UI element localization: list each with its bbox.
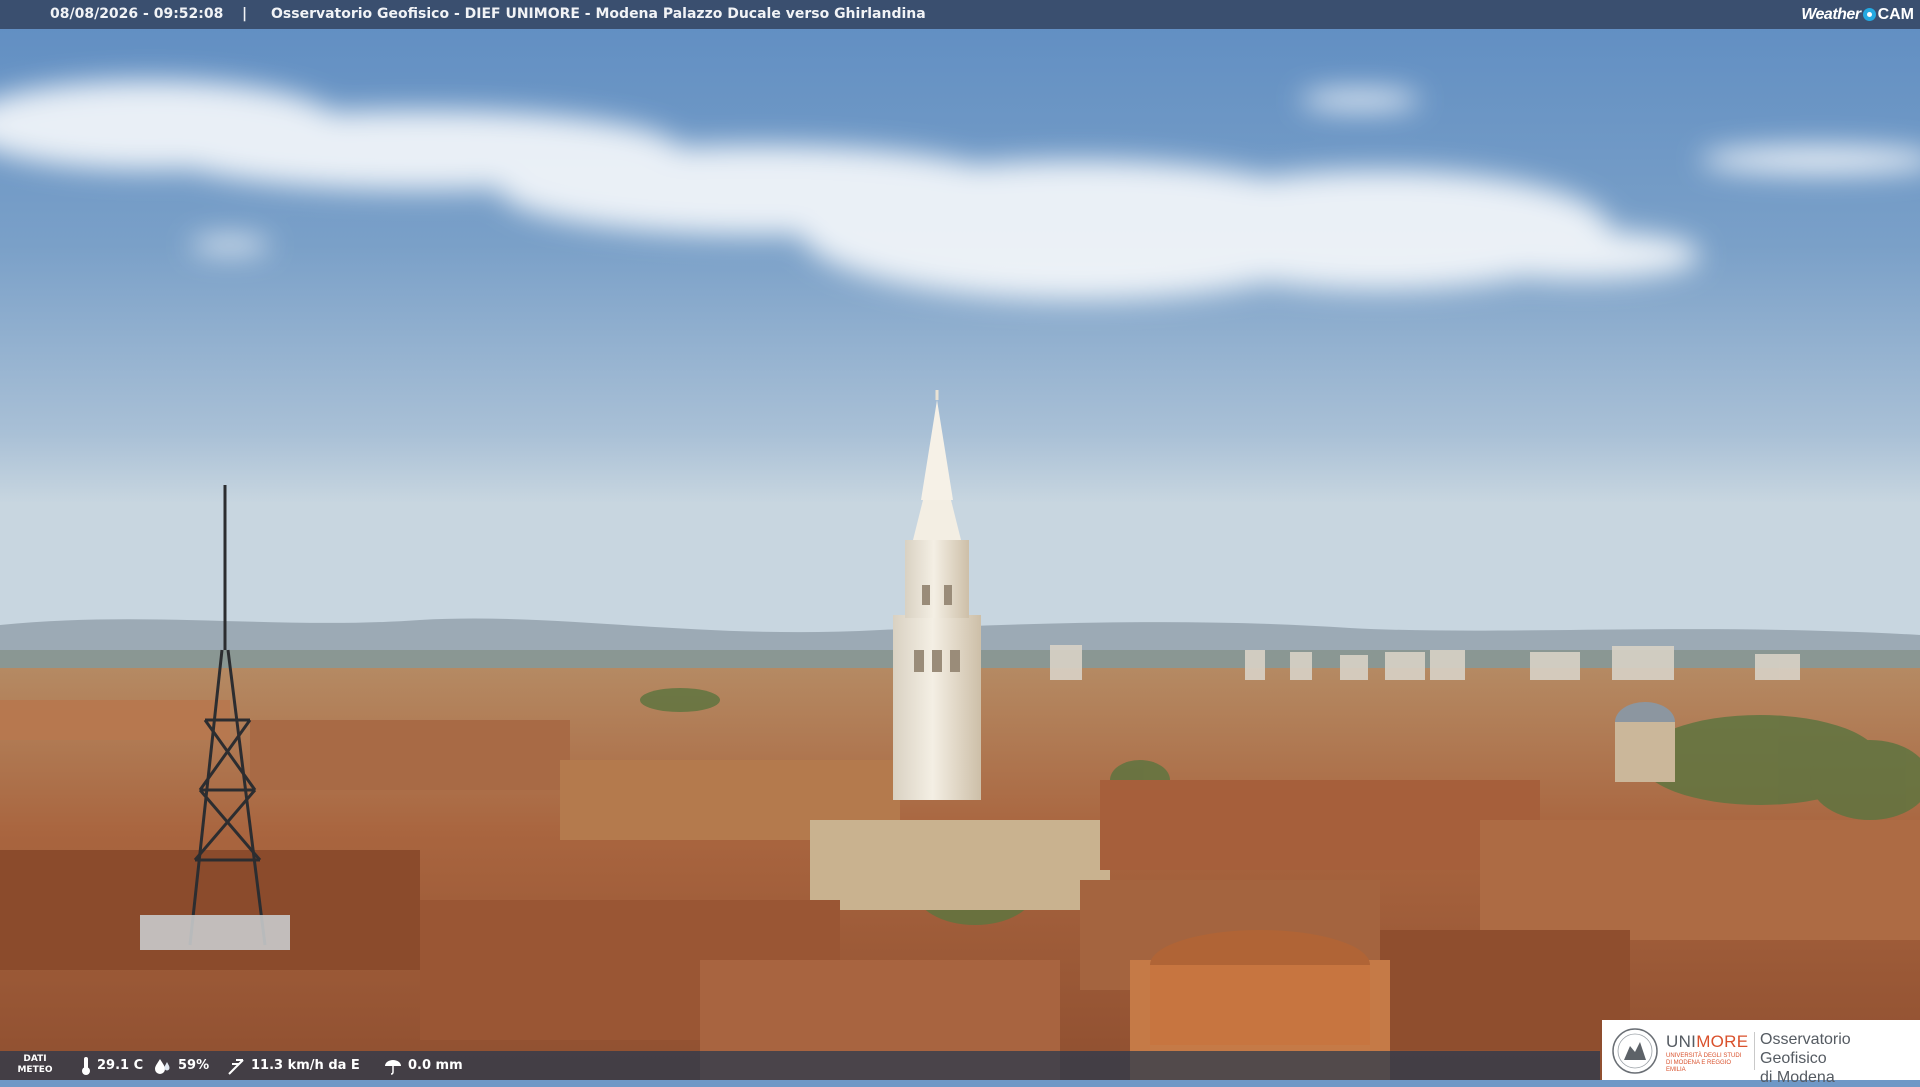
observatory-line2: di Modena (1760, 1069, 1835, 1086)
unimore-logo: UNIMORE UNIVERSITÀ DEGLI STUDI DI MODENA… (1602, 1020, 1920, 1086)
webcam-image (0, 0, 1920, 1080)
wind-value: 11.3 km/h da E (251, 1058, 360, 1073)
brand-dot-icon (1862, 8, 1876, 21)
brand-weather-text: Weather (1801, 6, 1861, 23)
weather-label-line1: DATI (23, 1054, 47, 1064)
thermometer-icon (82, 1056, 90, 1075)
camera-title: Osservatorio Geofisico - DIEF UNIMORE - … (271, 6, 926, 22)
brand-cam-text: CAM (1877, 6, 1914, 23)
wind-icon (228, 1058, 244, 1075)
temperature-reading: 29.1 C (80, 1051, 143, 1080)
weather-data-label: DATI METEO (14, 1054, 56, 1076)
top-info-bar: 08/08/2026 - 09:52:08 | Osservatorio Geo… (0, 0, 1920, 29)
wind-reading: 11.3 km/h da E (226, 1051, 360, 1080)
logo-divider (1754, 1032, 1755, 1070)
observatory-line1: Osservatorio Geofisico (1760, 1031, 1851, 1067)
rain-reading: 0.0 mm (383, 1051, 463, 1080)
timestamp: 08/08/2026 - 09:52:08 (50, 6, 224, 22)
unimore-uni: UNI (1666, 1032, 1697, 1051)
rain-value: 0.0 mm (408, 1058, 463, 1073)
unimore-more: MORE (1696, 1032, 1749, 1051)
weathercam-logo: Weather CAM (1801, 3, 1914, 26)
humidity-value: 59% (178, 1058, 210, 1073)
university-seal-icon (1612, 1028, 1658, 1074)
humidity-reading: 59% (153, 1051, 209, 1080)
unimore-wordmark: UNIMORE (1666, 1032, 1748, 1052)
observatory-name: Osservatorio Geofisico di Modena (1760, 1030, 1920, 1087)
separator: | (242, 6, 248, 22)
unimore-subtitle: UNIVERSITÀ DEGLI STUDI DI MODENA E REGGI… (1666, 1053, 1742, 1073)
humidity-drop-icon (155, 1058, 170, 1074)
rain-icon (385, 1059, 401, 1075)
weather-label-line2: METEO (17, 1065, 53, 1075)
weather-data-bar: DATI METEO 29.1 C 59% 11.3 km/h da E 0.0… (0, 1051, 1600, 1080)
temperature-value: 29.1 C (97, 1058, 144, 1073)
